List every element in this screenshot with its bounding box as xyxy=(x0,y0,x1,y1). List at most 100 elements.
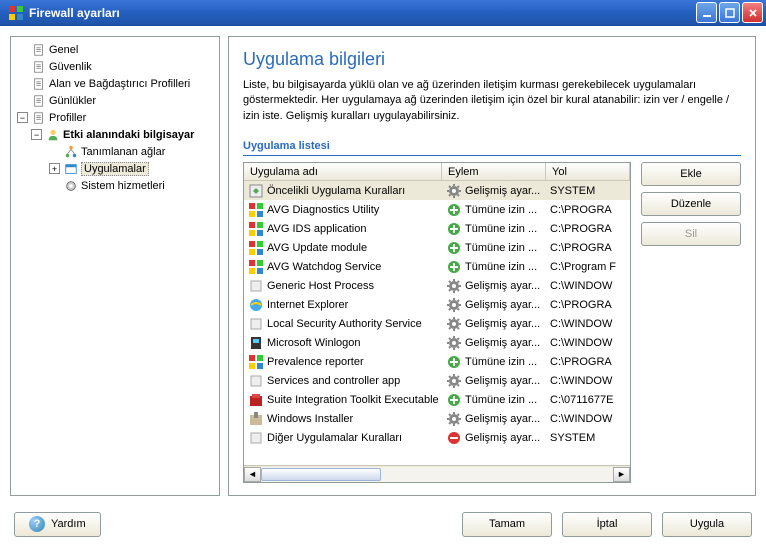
app-icon xyxy=(8,5,24,21)
list-row[interactable]: Generic Host Process Gelişmiş ayar... C:\W… xyxy=(244,276,630,295)
list-row[interactable]: Diğer Uygulamalar KurallarıGelişmiş ayar… xyxy=(244,428,630,447)
tree-item[interactable]: Genel xyxy=(15,41,215,58)
application-listview[interactable]: Uygulama adı Eylem Yol Öncelikli Uygulam… xyxy=(243,162,631,483)
tree-item[interactable]: Güvenlik xyxy=(15,58,215,75)
tree-item-label: Sistem hizmetleri xyxy=(81,180,165,192)
allow-icon xyxy=(446,202,462,218)
column-header-path[interactable]: Yol xyxy=(546,163,630,180)
app-name: Prevalence reporter xyxy=(267,356,364,368)
path-text: C:\WINDOW xyxy=(550,337,612,349)
doc-icon xyxy=(32,111,46,125)
list-row[interactable]: AVG IDS applicationTümüne izin ...C:\PRO… xyxy=(244,219,630,238)
avg-grn-icon xyxy=(248,259,264,275)
minimize-button[interactable] xyxy=(696,2,717,23)
column-header-app[interactable]: Uygulama adı xyxy=(244,163,442,180)
action-text: Gelişmiş ayar... xyxy=(465,299,540,311)
tree-item[interactable]: Günlükler xyxy=(15,92,215,109)
list-row[interactable]: Microsoft WinlogonGelişmiş ayar...C:\WIN… xyxy=(244,333,630,352)
tree-expander[interactable]: + xyxy=(49,163,60,174)
path-text: C:\PROGRA xyxy=(550,223,612,235)
generic-icon xyxy=(248,278,264,294)
path-text: C:\PROGRA xyxy=(550,204,612,216)
scroll-thumb[interactable] xyxy=(261,468,381,481)
scroll-right-button[interactable]: ► xyxy=(613,467,630,482)
tree-item[interactable]: − Etki alanındaki bilgisayar xyxy=(15,126,215,143)
app-name: Öncelikli Uygulama Kuralları xyxy=(267,185,405,197)
tree-item[interactable]: Sistem hizmetleri xyxy=(15,177,215,194)
gear-icon xyxy=(446,411,462,427)
page-description: Liste, bu bilgisayarda yüklü olan ve ağ … xyxy=(243,78,741,124)
horizontal-scrollbar[interactable]: ◄ ► xyxy=(244,465,630,482)
list-row[interactable]: Internet Explorer Gelişmiş ayar... C:\PROG… xyxy=(244,295,630,314)
list-row[interactable]: AVG Diagnostics UtilityTümüne izin ...C:… xyxy=(244,200,630,219)
app-name: Windows Installer xyxy=(267,413,353,425)
app-name: Suite Integration Toolkit Executable xyxy=(267,394,439,406)
action-text: Gelişmiş ayar... xyxy=(465,318,540,330)
scroll-left-button[interactable]: ◄ xyxy=(244,467,261,482)
add-button[interactable]: Ekle xyxy=(641,162,741,186)
gear-icon xyxy=(446,316,462,332)
list-row[interactable]: Windows InstallerGelişmiş ayar...C:\WIND… xyxy=(244,409,630,428)
allow-icon xyxy=(446,354,462,370)
apply-button[interactable]: Uygula xyxy=(662,512,752,537)
delete-button[interactable]: Sil xyxy=(641,222,741,246)
action-text: Tümüne izin ... xyxy=(465,394,537,406)
navigation-tree[interactable]: GenelGüvenlikAlan ve Bağdaştırıcı Profil… xyxy=(10,36,220,496)
allow-icon xyxy=(446,259,462,275)
maximize-button[interactable] xyxy=(719,2,740,23)
help-label: Yardım xyxy=(51,518,86,530)
gear-icon xyxy=(446,335,462,351)
list-row[interactable]: AVG Watchdog ServiceTümüne izin ...C:\Pr… xyxy=(244,257,630,276)
app-name: Microsoft Winlogon xyxy=(267,337,361,349)
app-name: Generic Host Process xyxy=(267,280,374,292)
gear-icon xyxy=(446,183,462,199)
path-text: C:\Program F xyxy=(550,261,616,273)
tree-item-label: Etki alanındaki bilgisayar xyxy=(63,129,194,141)
path-text: SYSTEM xyxy=(550,185,595,197)
titlebar: Firewall ayarları xyxy=(0,0,766,26)
ok-button[interactable]: Tamam xyxy=(462,512,552,537)
tree-expander[interactable]: − xyxy=(31,129,42,140)
list-row[interactable]: Suite Integration Toolkit Executable Tümü… xyxy=(244,390,630,409)
generic-icon xyxy=(248,316,264,332)
path-text: C:\WINDOW xyxy=(550,318,612,330)
list-row[interactable]: AVG Update moduleTümüne izin ...C:\PROGR… xyxy=(244,238,630,257)
main-panel: Uygulama bilgileri Liste, bu bilgisayard… xyxy=(228,36,756,496)
gear-icon xyxy=(446,278,462,294)
list-row[interactable]: Öncelikli Uygulama KurallarıGelişmiş aya… xyxy=(244,181,630,200)
allow-icon xyxy=(446,392,462,408)
help-button[interactable]: ? Yardım xyxy=(14,512,101,537)
app-name: Internet Explorer xyxy=(267,299,348,311)
tree-expander[interactable]: − xyxy=(17,112,28,123)
path-text: C:\0711677E xyxy=(550,394,613,406)
action-text: Gelişmiş ayar... xyxy=(465,413,540,425)
svc-icon xyxy=(64,179,78,193)
tree-item[interactable]: Alan ve Bağdaştırıcı Profilleri xyxy=(15,75,215,92)
path-text: C:\PROGRA xyxy=(550,299,612,311)
ie-icon xyxy=(248,297,264,313)
action-text: Gelişmiş ayar... xyxy=(465,280,540,292)
list-row[interactable]: Local Security Authority Service Gelişmiş… xyxy=(244,314,630,333)
gear-icon xyxy=(446,373,462,389)
footer: ? Yardım Tamam İptal Uygula xyxy=(0,506,766,542)
prio-icon xyxy=(248,183,264,199)
path-text: C:\WINDOW xyxy=(550,280,612,292)
tree-item-label: Tanımlanan ağlar xyxy=(81,146,165,158)
edit-button[interactable]: Düzenle xyxy=(641,192,741,216)
block-icon xyxy=(446,430,462,446)
window-title: Firewall ayarları xyxy=(29,6,696,20)
tree-item[interactable]: Tanımlanan ağlar xyxy=(15,143,215,160)
generic-icon xyxy=(248,373,264,389)
avg-red-icon xyxy=(248,202,264,218)
column-header-action[interactable]: Eylem xyxy=(442,163,546,180)
list-row[interactable]: Prevalence reporterTümüne izin ...C:\PRO… xyxy=(244,352,630,371)
tree-item[interactable]: +Uygulamalar xyxy=(15,160,215,177)
action-text: Tümüne izin ... xyxy=(465,261,537,273)
action-text: Tümüne izin ... xyxy=(465,204,537,216)
cancel-button[interactable]: İptal xyxy=(562,512,652,537)
gear-icon xyxy=(446,297,462,313)
close-button[interactable] xyxy=(742,2,763,23)
list-row[interactable]: Services and controller appGelişmiş ayar… xyxy=(244,371,630,390)
app-name: Local Security Authority Service xyxy=(267,318,422,330)
tree-item[interactable]: −Profiller xyxy=(15,109,215,126)
